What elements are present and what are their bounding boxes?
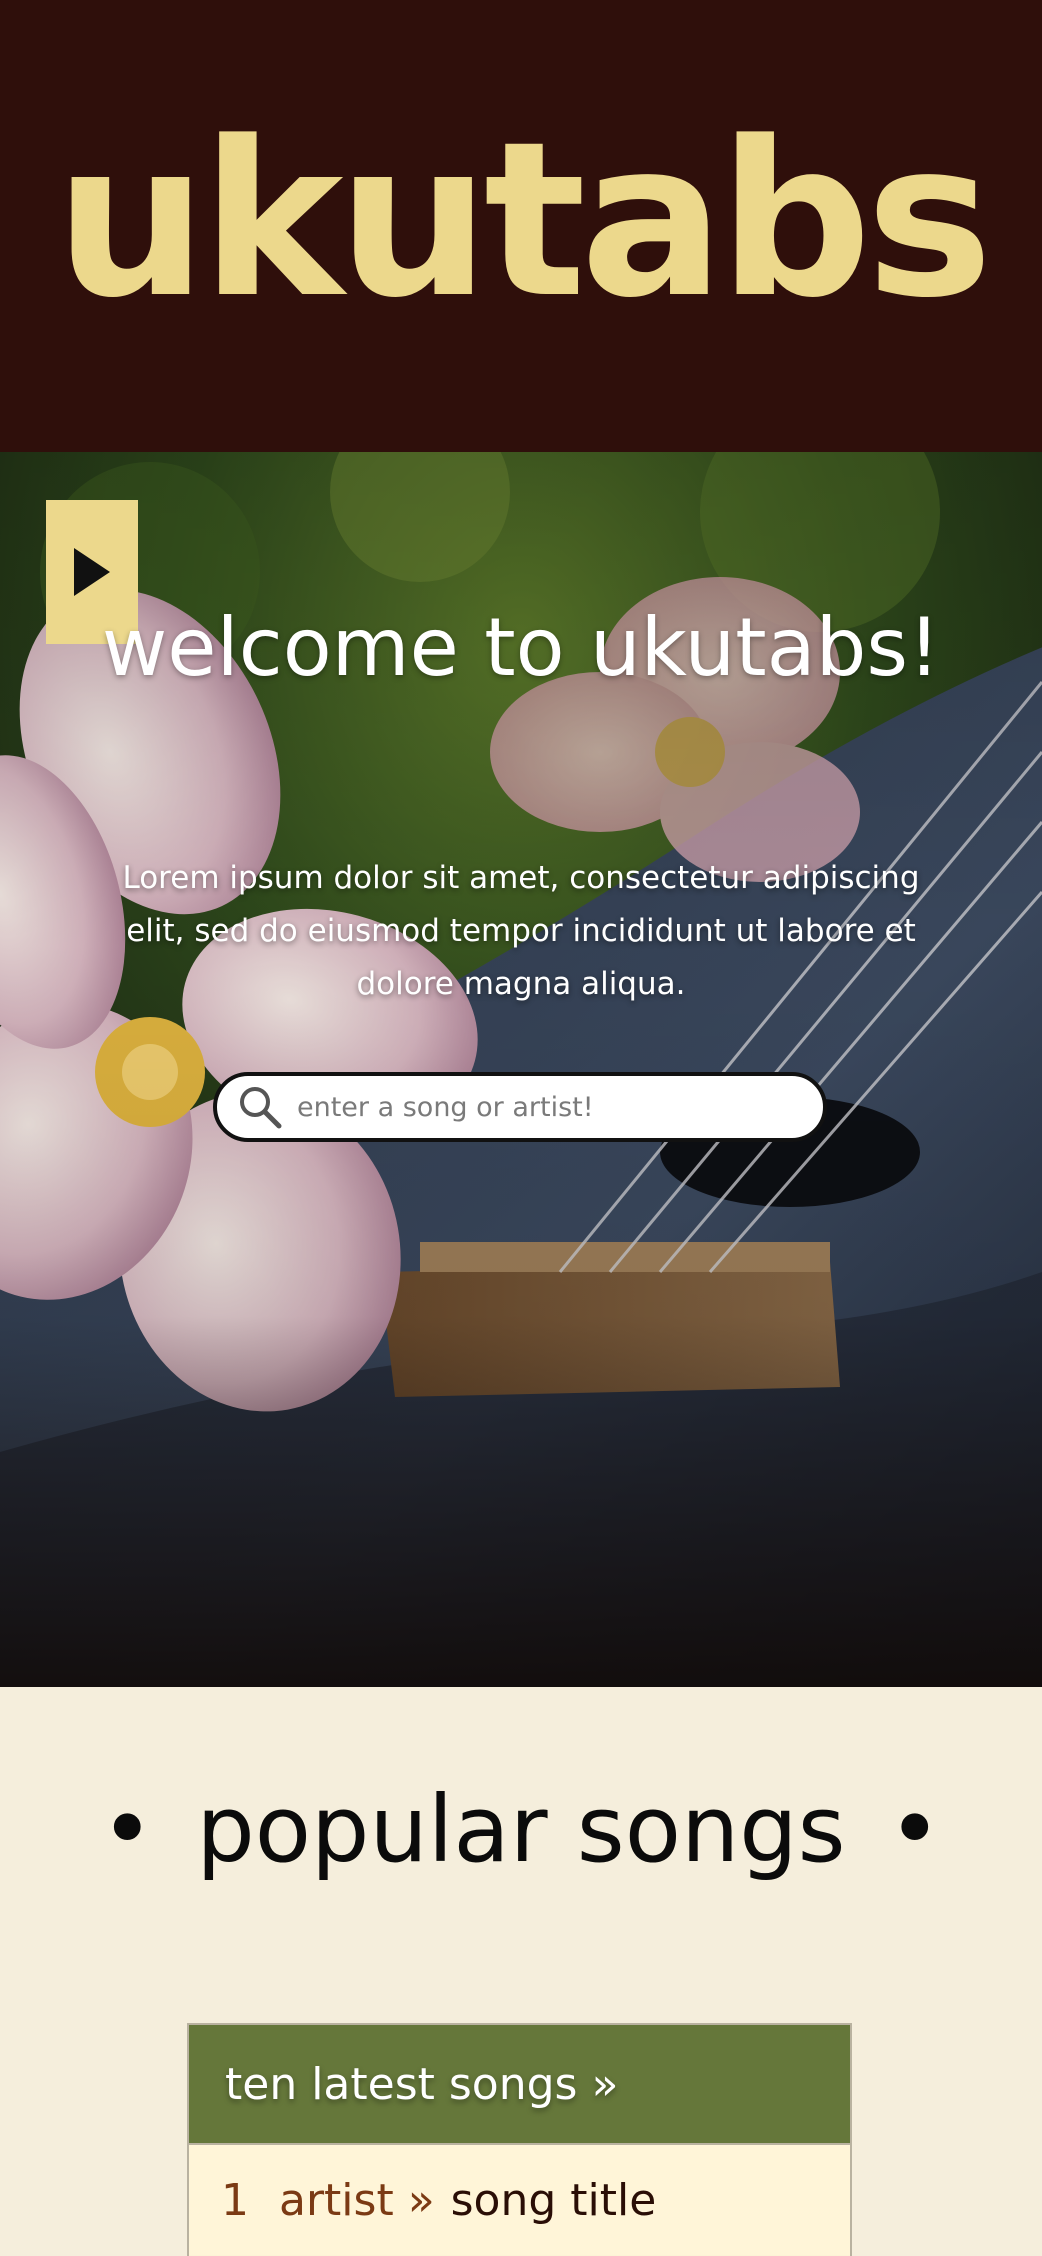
site-logo[interactable]: ukutabs [55,114,993,328]
heading-bullet-right: • [887,1776,942,1883]
latest-songs-panel: ten latest songs » 1 artist » song title [187,2023,852,2256]
search-icon[interactable] [235,1082,285,1132]
song-rank: 1 [221,2174,249,2226]
site-header: ukutabs [0,0,1042,452]
popular-songs-title: popular songs [196,1776,846,1883]
heading-bullet-left: • [100,1776,155,1883]
song-title-link[interactable]: song title [451,2175,657,2226]
song-artist-link[interactable]: artist » [279,2175,435,2226]
hero-section: welcome to ukutabs! Lorem ipsum dolor si… [0,452,1042,1687]
song-list-item[interactable]: 1 artist » song title [189,2145,850,2255]
search-bar[interactable] [213,1072,827,1142]
popular-songs-heading: • popular songs • [0,1760,1042,1900]
hero-title: welcome to ukutabs! [101,601,941,694]
latest-songs-header[interactable]: ten latest songs » [189,2025,850,2145]
hero-intro-text: Lorem ipsum dolor sit amet, consectetur … [122,860,920,1002]
search-input[interactable] [297,1091,823,1123]
